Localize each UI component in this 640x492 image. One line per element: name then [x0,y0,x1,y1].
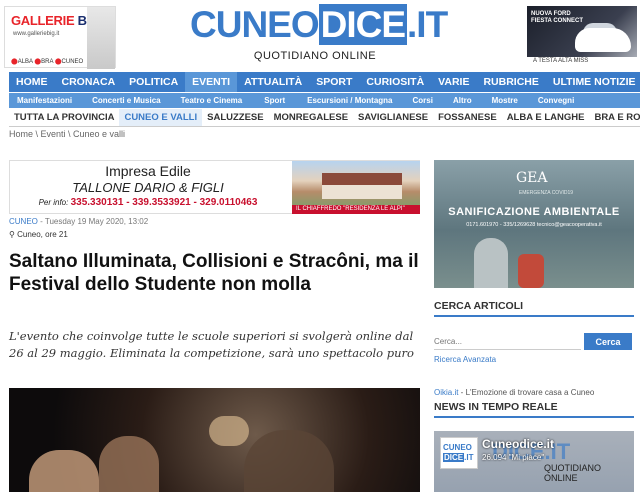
nav-attualita[interactable]: ATTUALITÀ [237,72,309,92]
photo-trophy [209,416,249,446]
ad-line-2: TALLONE DARIO & FIGLI [72,180,224,195]
page-avatar[interactable]: CUNEO DICE.IT [440,437,478,469]
zone-alba-langhe[interactable]: ALBA E LANGHE [502,109,590,126]
sub-nav-escursioni[interactable]: Escursioni / Montagna [307,93,392,108]
zone-tutta-provincia[interactable]: TUTTA LA PROVINCIA [9,109,119,126]
page-name[interactable]: Cuneodice.it [482,437,554,451]
sub-nav: Manifestazioni Concerti e Musica Teatro … [9,93,640,108]
map-pin-icon: ⚲ [9,230,15,239]
building-roof [322,173,402,185]
zone-saviglianese[interactable]: SAVIGLIANESE [353,109,433,126]
ad-footer: IL CHIAFFREDO "RESIDENZA LE ALPI" [292,205,420,214]
photo-figure [99,436,159,492]
ad-ford-fiesta[interactable]: NUOVA FORD FIESTA CONNECT A TESTA ALTA M… [527,6,637,66]
sub-nav-teatro[interactable]: Teatro e Cinema [181,93,243,108]
ad-gea-sanificazione[interactable]: GEA EMERGENZA COVID19 SANIFICAZIONE AMBI… [434,160,634,288]
news-section-title: NEWS IN TEMPO REALE [434,401,634,418]
page-likes: 26.094 "Mi piace" [482,453,545,462]
ad-contacts: 0171.601970 - 335/1269628 tecnico@geacoo… [466,222,602,228]
nav-ultime-notizie[interactable]: ULTIME NOTIZIE [546,72,640,92]
ad-photo [87,7,115,69]
ad-tank-image [518,254,544,288]
ad-headline: NUOVA FORD FIESTA CONNECT [531,11,583,24]
photo-figure [29,450,99,492]
article-date: - Tuesday 19 May 2020, 13:02 [37,217,149,226]
article-lead: L'evento che coinvolge tutte le scuole s… [9,329,414,360]
car-image [575,28,631,52]
building-wall [322,185,402,199]
search-section-title: CERCA ARTICOLI [434,300,634,317]
ad-line-3: Per info: 335.330131 - 339.3533921 - 329… [38,197,258,208]
site-tagline: QUOTIDIANO ONLINE [253,50,377,62]
article-meta: CUNEO - Tuesday 19 May 2020, 13:02 [9,217,148,226]
article-category[interactable]: CUNEO [9,217,38,226]
ad-url: www.galleriebig.it [13,31,60,37]
site-header: GALLERIE BIG www.galleriebig.it ⬤ALBA ⬤B… [0,0,640,72]
nav-rubriche[interactable]: RUBRICHE [476,72,545,92]
article-headline: Saltano Illuminata, Collisioni e Stracôn… [9,251,419,295]
ad-brand: GEA [516,170,548,186]
oikia-link[interactable]: Oikia.it - L'Emozione di trovare casa a … [434,388,594,397]
site-logo[interactable]: CUNEODICE.IT [190,4,448,46]
advanced-search-link[interactable]: Ricerca Avanzata [434,355,496,364]
sub-nav-manifestazioni[interactable]: Manifestazioni [17,93,72,108]
nav-politica[interactable]: POLITICA [122,72,185,92]
ad-title: SANIFICAZIONE AMBIENTALE [448,206,620,218]
zone-cuneo-valli[interactable]: CUNEO E VALLI [119,109,203,126]
ad-impresa-edile[interactable]: Impresa Edile TALLONE DARIO & FIGLI Per … [9,160,420,214]
zone-fossanese[interactable]: FOSSANESE [433,109,502,126]
map-pin-icon: ⬤ [54,59,62,65]
nav-curiosita[interactable]: CURIOSITÀ [359,72,431,92]
sub-nav-mostre[interactable]: Mostre [492,93,518,108]
article-photo [9,388,420,492]
photo-figure [244,430,334,492]
nav-cronaca[interactable]: CRONACA [55,72,123,92]
ad-footer: A TESTA ALTA MISS [527,57,637,66]
zone-bra-roero[interactable]: BRA E ROERO [589,109,640,126]
zone-saluzzese[interactable]: SALUZZESE [202,109,268,126]
zone-nav: TUTTA LA PROVINCIA CUNEO E VALLI SALUZZE… [9,109,640,127]
article-place: ⚲ Cuneo, ore 21 [9,230,68,239]
breadcrumb[interactable]: Home \ Eventi \ Cuneo e valli [9,129,125,139]
zone-monregalese[interactable]: MONREGALESE [269,109,353,126]
sub-nav-convegni[interactable]: Convegni [538,93,574,108]
ad-building-image [292,161,420,205]
search-input[interactable] [434,334,581,350]
ad-person-image [474,238,508,288]
nav-varie[interactable]: VARIE [431,72,476,92]
map-pin-icon: ⬤ [11,59,18,65]
nav-home[interactable]: HOME [9,72,55,92]
ad-locations: ⬤ALBA ⬤BRA ⬤CUNEO [11,59,84,65]
search-button[interactable]: Cerca [584,333,632,350]
sub-nav-altro[interactable]: Altro [453,93,472,108]
ad-line-1: Impresa Edile [105,163,191,179]
nav-eventi[interactable]: EVENTI [185,72,238,92]
sub-nav-sport[interactable]: Sport [264,93,285,108]
main-nav: HOME CRONACA POLITICA EVENTI ATTUALITÀ S… [9,72,640,92]
nav-sport[interactable]: SPORT [309,72,359,92]
ad-subtitle: EMERGENZA COVID19 [518,190,574,196]
ad-gallerie-big[interactable]: GALLERIE BIG www.galleriebig.it ⬤ALBA ⬤B… [4,6,116,69]
facebook-page-widget[interactable]: DICE.IT CUNEO DICE.IT Cuneodice.it 26.094… [434,431,634,492]
ad-text: Impresa Edile TALLONE DARIO & FIGLI Per … [10,163,286,208]
sub-nav-concerti[interactable]: Concerti e Musica [92,93,160,108]
cover-tagline: QUOTIDIANO ONLINE [544,463,602,483]
sub-nav-corsi[interactable]: Corsi [412,93,432,108]
